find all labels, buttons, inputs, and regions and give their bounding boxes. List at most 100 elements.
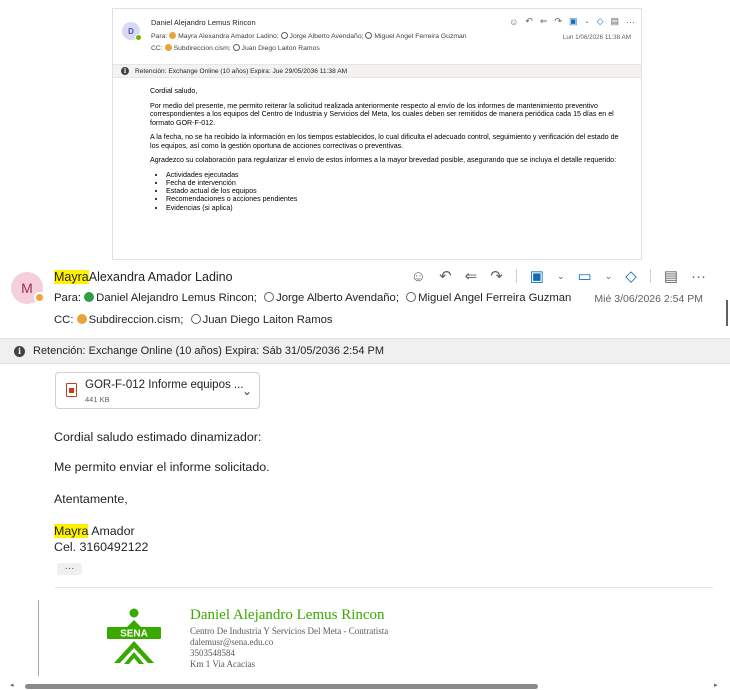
forward-icon[interactable]: ↷ [490,267,503,285]
recipient[interactable]: Jorge Alberto Avendaño; [276,292,399,304]
presence-away-icon [34,292,45,303]
toolbar-separator [649,269,651,283]
more-actions-icon[interactable]: ··· [626,17,635,27]
to-label: Para: [151,33,168,40]
recipient[interactable]: Subdireccion.cism; [89,314,184,326]
paragraph: Me permito enviar el informe solicitado. [54,460,270,474]
closing: Atentamente, [54,492,128,506]
email-header: M MayraAlexandra Amador Ladino ☺ ↶ ⇐ ↷ ▣… [0,262,730,336]
presence-away-icon [169,32,177,39]
recipient[interactable]: Mayra Alexandra Amador Ladino; [178,33,279,40]
presence-away-icon [164,44,172,51]
presence-available-icon [135,34,142,41]
greeting: Cordial saludo, [150,87,198,95]
list-item: Estado actual de los equipos [166,187,621,195]
signature-address: Km 1 Via Acacias [190,659,256,669]
immersive-reader-icon[interactable]: ▤ [610,16,619,27]
scroll-right-icon[interactable]: ▸ [714,681,718,689]
loop-icon[interactable]: ◇ [625,267,637,285]
requirements-list: Actividades ejecutadas Fecha de interven… [166,171,621,212]
scrollbar-horizontal[interactable]: ◂ ▸ [10,681,722,690]
quoted-email-body: Cordial saludo, Por medio del presente, … [113,78,641,212]
info-icon: i [121,67,129,75]
reply-icon[interactable]: ↶ [525,16,533,27]
signature-bar [38,600,39,676]
recipient[interactable]: Jorge Alberto Avendaño; [290,33,364,40]
search-highlight: Mayra [54,270,89,284]
quoted-email-header: D Daniel Alejandro Lemus Rincon ☺ ↶ ⇐ ↷ … [113,9,641,64]
apps-icon[interactable]: ◇ [597,16,604,27]
cc-label: CC: [54,314,74,326]
sent-date: Lun 1/06/2026 11:38 AM [562,34,631,41]
recipient[interactable]: Juan Diego Laiton Ramos [242,45,320,52]
reply-icon[interactable]: ↶ [439,267,452,285]
recipient[interactable]: Subdireccion.cism; [174,45,231,52]
teams-icon[interactable]: ▣ [569,16,578,27]
paragraph: Por medio del presente, me permito reite… [150,101,614,127]
chevron-down-icon[interactable]: ⌄ [585,18,590,25]
list-item: Recomendaciones o acciones pendientes [166,195,621,203]
greeting: Cordial saludo estimado dinamizador: [54,430,262,444]
search-highlight: Mayra [54,524,89,538]
chevron-down-icon[interactable]: ⌄ [242,384,252,398]
sender-name-rest: Alexandra Amador Ladino [88,270,233,284]
signature-phone: 3503548584 [190,648,235,658]
presence-offline-icon [264,292,275,302]
cc-label: CC: [151,45,163,52]
reply-all-icon[interactable]: ⇐ [540,16,548,27]
show-more-button[interactable]: ··· [57,563,82,575]
chevron-down-icon[interactable]: ⌄ [557,271,565,282]
sena-logo: SENA [107,608,161,664]
toolbar-separator [515,269,517,283]
sign-name: Mayra Amador [54,524,135,538]
email-toolbar: ☺ ↶ ⇐ ↷ ▣ ⌄ ▭ ⌄ ◇ ▤ ··· [411,267,706,286]
paragraph: Agradezco su colaboración para regulariz… [150,156,617,164]
signature-name: Daniel Alejandro Lemus Rincon [190,607,385,623]
retention-text: Retención: Exchange Online (10 años) Exp… [33,345,385,357]
sender-name[interactable]: MayraAlexandra Amador Ladino [54,270,233,284]
pdf-file-icon [66,383,77,397]
list-item: Evidencias (si aplica) [166,204,621,212]
immersive-reader-icon[interactable]: ▤ [664,267,678,285]
attachment-name: GOR-F-012 Informe equipos ... [85,379,244,391]
sign-name-rest: Amador [88,524,135,538]
presence-available-icon [84,292,95,302]
presence-offline-icon [365,32,373,39]
reply-all-icon[interactable]: ⇐ [465,267,478,285]
recipient[interactable]: Juan Diego Laiton Ramos [203,314,333,326]
scroll-left-icon[interactable]: ◂ [10,681,14,689]
emoji-icon[interactable]: ☺ [509,17,518,27]
signature-email[interactable]: dalemusr@sena.edu.co [190,637,273,647]
attachment-card[interactable]: GOR-F-012 Informe equipos ... 441 KB ⌄ [55,372,260,409]
more-actions-icon[interactable]: ··· [691,268,706,285]
sena-logo-text: SENA [120,629,148,640]
recipient[interactable]: Daniel Alejandro Lemus Rincon; [96,292,257,304]
quoted-email: D Daniel Alejandro Lemus Rincon ☺ ↶ ⇐ ↷ … [112,8,642,260]
presence-offline-icon [232,44,240,51]
cc-line: CC: Subdireccion.cism; Juan Diego Laiton… [151,44,320,52]
presence-offline-icon [406,292,417,302]
forward-icon[interactable]: ↷ [554,16,562,27]
emoji-icon[interactable]: ☺ [411,268,426,285]
teams-icon[interactable]: ▣ [530,267,544,285]
list-item: Actividades ejecutadas [166,171,621,179]
retention-banner: i Retención: Exchange Online (10 años) E… [113,64,641,78]
sender-name[interactable]: Daniel Alejandro Lemus Rincon [151,18,256,27]
presence-offline-icon [190,314,201,324]
presence-away-icon [76,314,87,324]
to-line: Para: Daniel Alejandro Lemus Rincon; Jor… [54,292,571,304]
to-line: Para: Mayra Alexandra Amador Ladino; Jor… [151,32,467,40]
recipient[interactable]: Miguel Angel Ferreira Guzman [374,33,466,40]
cc-line: CC: Subdireccion.cism; Juan Diego Laiton… [54,314,333,326]
list-item: Fecha de intervención [166,179,621,187]
scrollbar-thumb[interactable] [25,684,538,689]
quoted-toolbar: ☺ ↶ ⇐ ↷ ▣ ⌄ ◇ ▤ ··· [509,16,635,27]
scrollbar-vertical[interactable] [726,300,728,326]
presence-offline-icon [280,32,288,39]
recipient[interactable]: Miguel Angel Ferreira Guzman [418,292,571,304]
sena-logo-dot [129,608,139,618]
chevron-down-icon[interactable]: ⌄ [605,271,613,282]
signature-role: Centro De Industria Y Servicios Del Meta… [190,626,389,636]
paragraph: A la fecha, no se ha recibido la informa… [150,133,619,150]
apps-icon[interactable]: ▭ [578,267,592,285]
